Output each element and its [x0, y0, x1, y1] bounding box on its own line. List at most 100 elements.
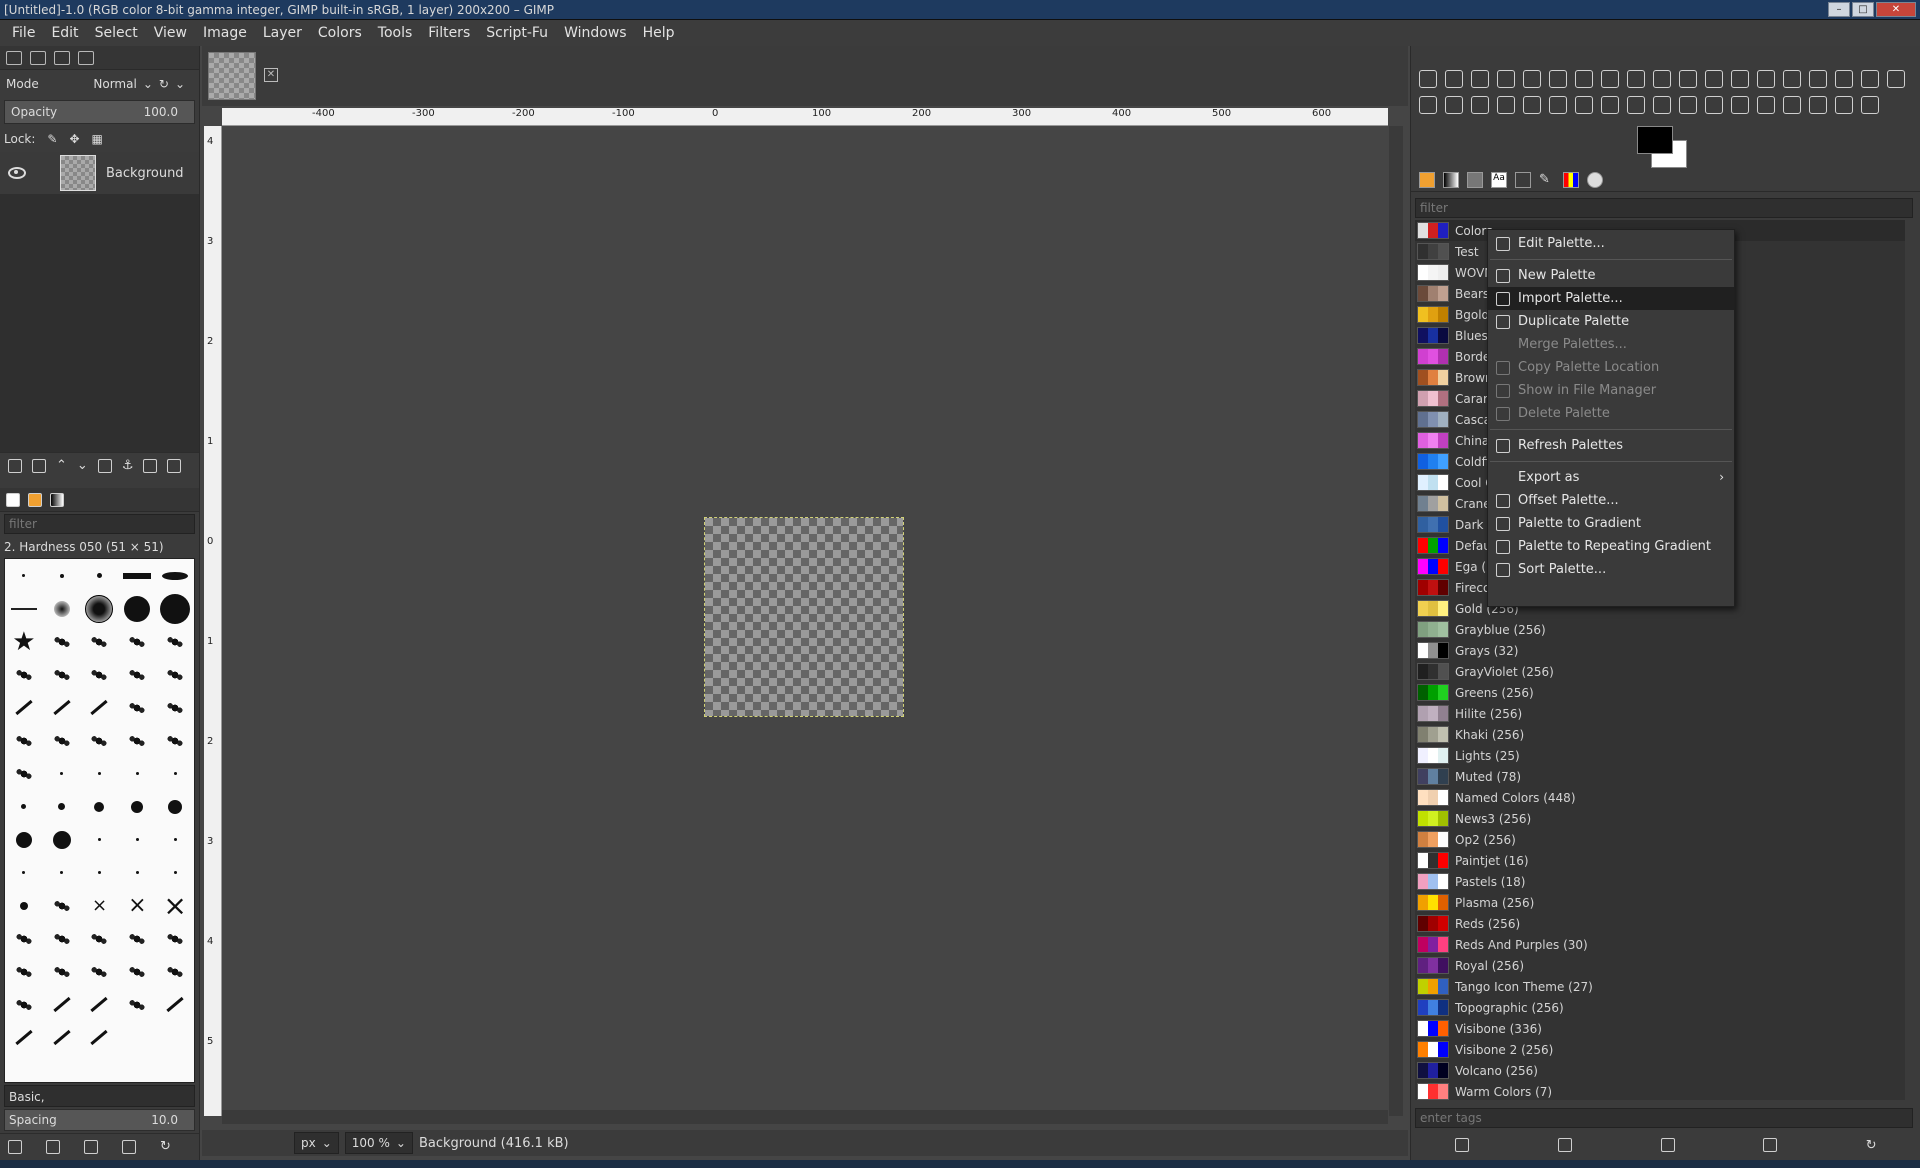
mode-select[interactable]: Normal	[93, 77, 136, 91]
smudge-tool-icon[interactable]	[1835, 96, 1853, 114]
patterns-tab-icon[interactable]	[1419, 171, 1435, 188]
image-tab-thumbnail[interactable]	[208, 52, 256, 100]
brush-item[interactable]	[53, 1029, 71, 1046]
brush-item[interactable]	[94, 801, 105, 812]
brush-star-icon[interactable]: ★	[12, 627, 35, 657]
palette-list-item[interactable]: Khaki (256)	[1415, 724, 1905, 745]
brush-grid[interactable]: ★ × × ×	[4, 558, 195, 1083]
menu-select[interactable]: Select	[87, 25, 146, 41]
brush-item[interactable]	[163, 927, 188, 950]
unified-transform-tool-icon[interactable]	[1783, 70, 1801, 88]
menu-item[interactable]: Duplicate Palette	[1488, 310, 1734, 333]
minimize-button[interactable]: –	[1828, 2, 1850, 17]
menu-help[interactable]: Help	[635, 25, 683, 41]
eraser-tool-icon[interactable]	[1653, 96, 1671, 114]
mode-reset-icon[interactable]: ↻	[159, 77, 169, 91]
new-layer-group-icon[interactable]	[32, 458, 46, 473]
brush-item[interactable]	[90, 1029, 109, 1046]
channels-tab-icon[interactable]	[1467, 171, 1483, 188]
foreground-select-tool-icon[interactable]	[1575, 70, 1593, 88]
layers-tab-icon[interactable]	[6, 50, 22, 65]
zoom-select[interactable]: 100 % ⌄	[344, 1132, 413, 1154]
palette-editor-tab-icon[interactable]	[1587, 171, 1603, 188]
palettes-tab-icon[interactable]	[1563, 171, 1579, 188]
palette-list-item[interactable]: Royal (256)	[1415, 955, 1905, 976]
close-button[interactable]: ✕	[1876, 2, 1916, 17]
flip-tool-icon[interactable]	[1887, 70, 1905, 88]
palette-list-item[interactable]: Grays (32)	[1415, 640, 1905, 661]
brush-item[interactable]	[163, 729, 188, 752]
edit-palette-icon[interactable]	[1455, 1138, 1470, 1152]
airbrush-tool-icon[interactable]	[1627, 96, 1645, 114]
brush-item[interactable]	[15, 699, 33, 716]
menu-tools[interactable]: Tools	[370, 25, 421, 41]
brush-item[interactable]	[123, 572, 152, 579]
brush-item[interactable]	[19, 901, 28, 910]
brush-cross-icon[interactable]: ×	[128, 893, 146, 918]
palette-list-item[interactable]: Named Colors (448)	[1415, 787, 1905, 808]
menu-file[interactable]: File	[4, 25, 43, 41]
palette-list-item[interactable]: Hilite (256)	[1415, 703, 1905, 724]
brush-item[interactable]	[125, 630, 150, 653]
menu-edit[interactable]: Edit	[43, 25, 86, 41]
brush-item[interactable]	[87, 927, 112, 950]
menu-layer[interactable]: Layer	[255, 25, 310, 41]
perspective-tool-icon[interactable]	[1419, 96, 1437, 114]
brush-item[interactable]	[53, 600, 70, 617]
zoom-tool-icon[interactable]	[1653, 70, 1671, 88]
brush-item[interactable]	[163, 696, 188, 719]
new-brush-icon[interactable]	[46, 1139, 60, 1154]
scale-tool-icon[interactable]	[1835, 70, 1853, 88]
lock-pixels-icon[interactable]: ✎	[47, 132, 57, 146]
brush-item[interactable]	[59, 573, 64, 578]
brush-item[interactable]	[125, 960, 150, 983]
palette-list-item[interactable]: Greens (256)	[1415, 682, 1905, 703]
image-canvas[interactable]	[704, 517, 904, 717]
brush-item[interactable]	[87, 729, 112, 752]
move-tool-icon[interactable]	[1705, 70, 1723, 88]
brush-item[interactable]	[124, 595, 151, 622]
horizontal-scrollbar[interactable]	[222, 1110, 1388, 1124]
brush-item[interactable]	[125, 729, 150, 752]
brush-item[interactable]	[163, 630, 188, 653]
menu-filters[interactable]: Filters	[420, 25, 478, 41]
measure-tool-icon[interactable]	[1679, 70, 1697, 88]
menu-item[interactable]: Edit Palette...	[1488, 232, 1734, 255]
brush-item[interactable]	[97, 871, 101, 874]
brush-item[interactable]	[96, 573, 102, 578]
merge-down-icon[interactable]	[143, 458, 158, 473]
brush-item[interactable]	[90, 699, 109, 716]
brush-item[interactable]	[11, 960, 36, 983]
brush-item[interactable]	[90, 996, 109, 1013]
menu-script-fu[interactable]: Script-Fu	[478, 25, 556, 41]
menu-item[interactable]: Refresh Palettes	[1488, 434, 1734, 457]
layers-list[interactable]: Background	[0, 152, 199, 452]
perspective-clone-tool-icon[interactable]	[1783, 96, 1801, 114]
brush-item[interactable]	[173, 838, 177, 841]
cage-tool-icon[interactable]	[1445, 96, 1463, 114]
brush-item[interactable]	[49, 894, 74, 917]
brush-item[interactable]	[125, 927, 150, 950]
duplicate-brush-icon[interactable]	[84, 1139, 98, 1154]
close-image-tab-icon[interactable]: ✕	[264, 68, 278, 82]
refresh-palettes-icon[interactable]: ↻	[1866, 1138, 1877, 1153]
menu-windows[interactable]: Windows	[556, 25, 635, 41]
brush-item[interactable]	[131, 800, 144, 813]
palette-list-item[interactable]: Visibone (336)	[1415, 1018, 1905, 1039]
raise-layer-icon[interactable]: ⌃	[56, 458, 67, 473]
ellipse-select-tool-icon[interactable]	[1445, 70, 1463, 88]
brush-item[interactable]	[49, 663, 74, 686]
images-tab-icon[interactable]	[1515, 171, 1531, 188]
brush-item[interactable]	[87, 630, 112, 653]
brush-item[interactable]	[49, 927, 74, 950]
duplicate-palette-icon[interactable]	[1660, 1138, 1675, 1152]
mypaint-brush-tool-icon[interactable]	[1705, 96, 1723, 114]
brush-item[interactable]	[97, 772, 101, 775]
brush-item[interactable]	[163, 960, 188, 983]
crop-tool-icon[interactable]	[1757, 70, 1775, 88]
layer-row[interactable]: Background	[0, 152, 199, 194]
menu-item[interactable]: Import Palette...	[1488, 287, 1734, 310]
brush-item[interactable]	[22, 871, 26, 874]
palette-list-item[interactable]: Pastels (18)	[1415, 871, 1905, 892]
brush-item[interactable]	[60, 871, 64, 874]
